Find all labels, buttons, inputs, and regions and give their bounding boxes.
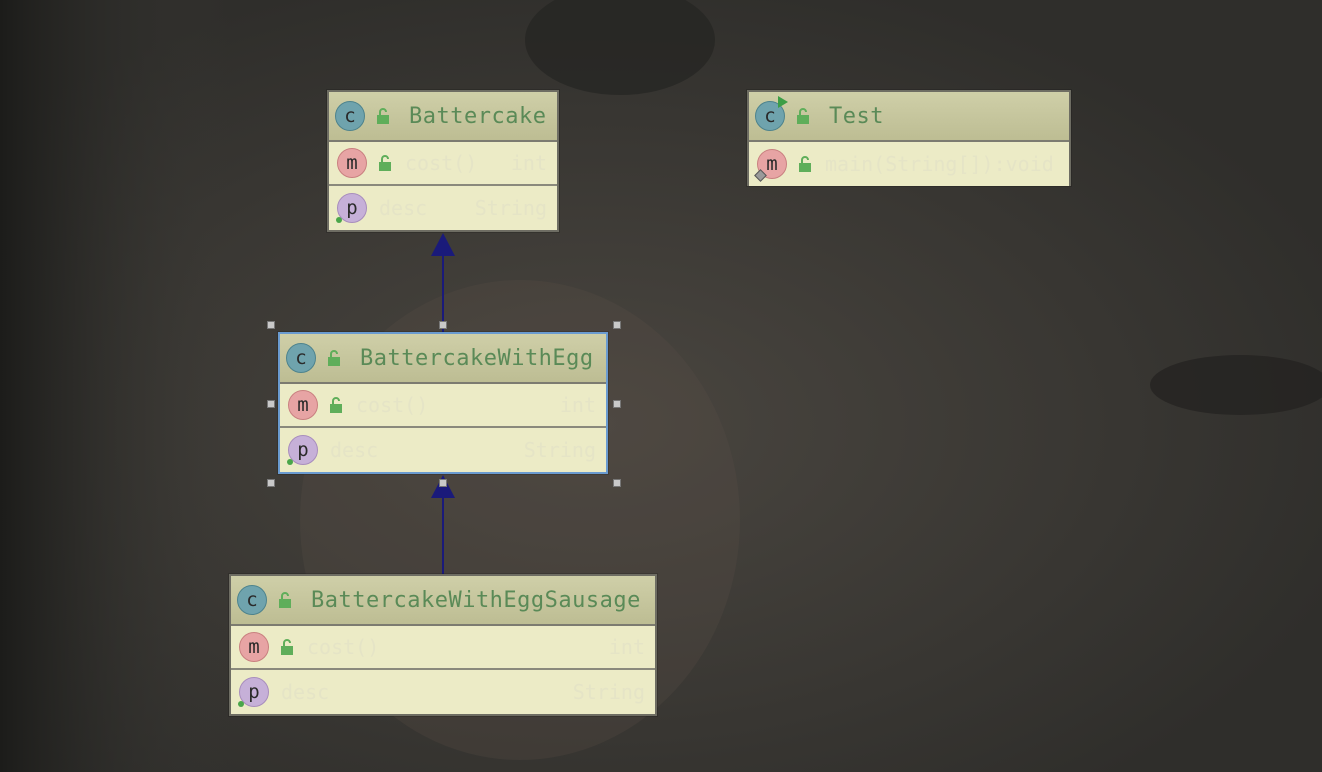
- member-type: String: [572, 680, 645, 704]
- member-row[interactable]: m cost() int: [231, 626, 655, 670]
- member-type: String: [474, 196, 547, 220]
- member-type: int: [559, 393, 596, 417]
- class-node-battercake-with-egg-sausage[interactable]: c BattercakeWithEggSausage m cost() int …: [229, 574, 657, 716]
- resize-handle-w[interactable]: [267, 400, 275, 408]
- member-name: main(String[]):void: [825, 152, 1054, 176]
- public-lock-icon: [377, 108, 389, 124]
- resize-handle-n[interactable]: [439, 321, 447, 329]
- public-lock-icon: [379, 155, 391, 171]
- member-name: cost(): [356, 393, 429, 417]
- member-row[interactable]: p desc String: [280, 428, 606, 472]
- member-name: cost(): [405, 151, 478, 175]
- class-icon: c: [335, 101, 365, 131]
- member-name: desc: [379, 196, 428, 220]
- member-row[interactable]: p desc String: [329, 186, 557, 230]
- class-header[interactable]: c BattercakeWithEgg: [280, 334, 606, 384]
- property-icon: p: [336, 193, 367, 223]
- member-name: desc: [281, 680, 330, 704]
- member-type: String: [523, 438, 596, 462]
- class-header[interactable]: c BattercakeWithEggSausage: [231, 576, 655, 626]
- class-node-battercake-with-egg[interactable]: c BattercakeWithEgg m cost() int p desc …: [278, 332, 608, 474]
- public-lock-icon: [328, 350, 340, 366]
- method-icon: m: [239, 632, 269, 662]
- property-icon: p: [287, 435, 318, 465]
- member-type: int: [608, 635, 645, 659]
- resize-handle-ne[interactable]: [613, 321, 621, 329]
- resize-handle-e[interactable]: [613, 400, 621, 408]
- member-row[interactable]: m cost() int: [329, 142, 557, 186]
- member-name: cost(): [307, 635, 380, 659]
- class-icon: c: [286, 343, 316, 373]
- class-icon: c: [237, 585, 267, 615]
- class-node-battercake[interactable]: c Battercake m cost() int p desc String: [327, 90, 559, 232]
- member-type: int: [510, 151, 547, 175]
- public-lock-icon: [799, 156, 811, 172]
- diagram-canvas[interactable]: c Battercake m cost() int p desc String …: [0, 0, 1322, 772]
- property-icon: p: [238, 677, 269, 707]
- resize-handle-sw[interactable]: [267, 479, 275, 487]
- method-icon: m: [337, 148, 367, 178]
- public-lock-icon: [797, 108, 809, 124]
- class-name: BattercakeWithEggSausage: [311, 587, 641, 613]
- background-photo: [0, 0, 1322, 772]
- resize-handle-s[interactable]: [439, 479, 447, 487]
- class-node-test[interactable]: c Test m main(String[]):void: [747, 90, 1071, 186]
- runnable-class-icon: c: [755, 96, 788, 131]
- public-lock-icon: [279, 592, 291, 608]
- method-icon: m: [288, 390, 318, 420]
- member-row[interactable]: p desc String: [231, 670, 655, 714]
- member-name: desc: [330, 438, 379, 462]
- public-lock-icon: [281, 639, 293, 655]
- resize-handle-nw[interactable]: [267, 321, 275, 329]
- resize-handle-se[interactable]: [613, 479, 621, 487]
- class-header[interactable]: c Test: [749, 92, 1069, 142]
- class-name: Test: [829, 103, 884, 129]
- member-row[interactable]: m cost() int: [280, 384, 606, 428]
- member-row[interactable]: m main(String[]):void: [749, 142, 1069, 186]
- class-name: BattercakeWithEgg: [360, 345, 594, 371]
- class-header[interactable]: c Battercake: [329, 92, 557, 142]
- class-name: Battercake: [409, 103, 547, 129]
- static-method-icon: m: [754, 149, 787, 182]
- public-lock-icon: [330, 397, 342, 413]
